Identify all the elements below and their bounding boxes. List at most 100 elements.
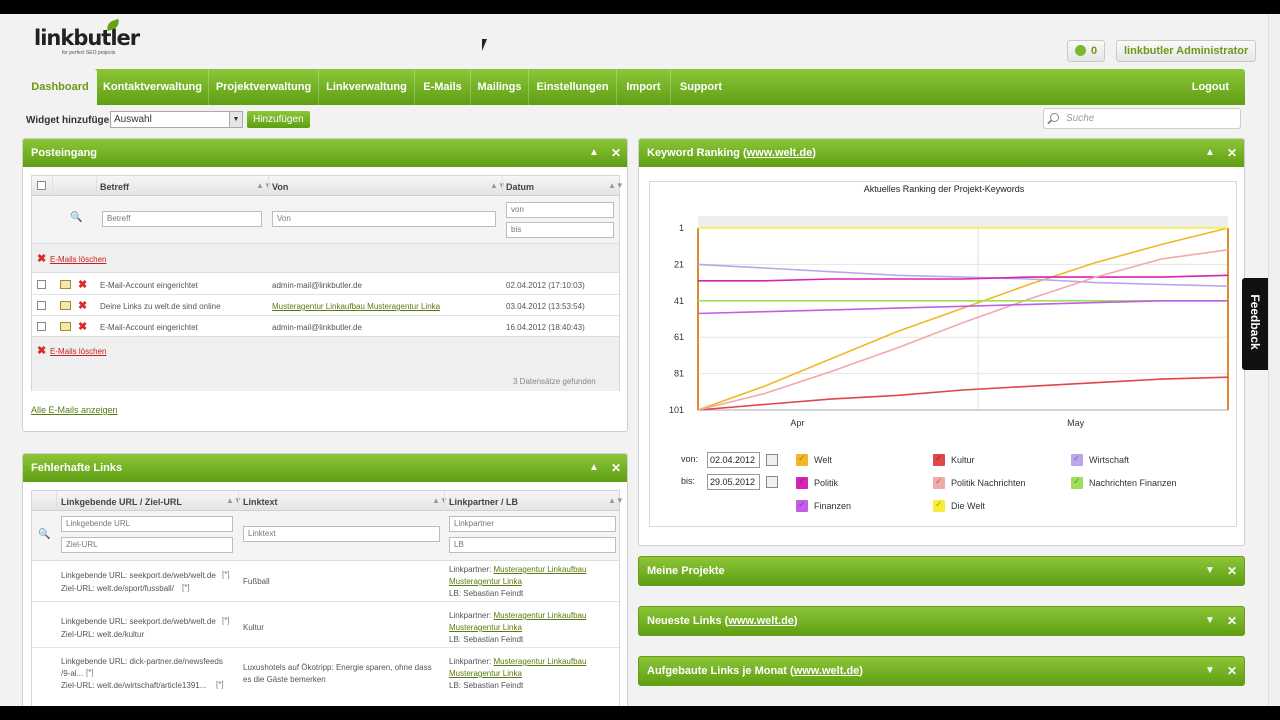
email-subject[interactable]: E-Mail-Account eingerichtet [100,281,198,290]
collapse-icon[interactable]: ▲ [1205,139,1215,167]
mail-icon[interactable] [60,280,71,289]
nav-dashboard[interactable]: Dashboard [23,69,97,105]
nav-linkverwaltung[interactable]: Linkverwaltung [319,69,415,105]
filter-ziel-input[interactable]: Ziel-URL [61,537,233,553]
nav-import[interactable]: Import [617,69,671,105]
expand-icon[interactable]: ▼ [1205,657,1215,685]
widget-select[interactable]: Auswahl ▼ [110,111,243,128]
nav-einstellungen[interactable]: Einstellungen [529,69,617,105]
close-icon[interactable]: ✕ [1227,657,1237,685]
nav-emails[interactable]: E-Mails [415,69,471,105]
external-link-icon[interactable]: [*] [182,583,190,592]
filter-betreff-input[interactable]: Betreff [102,211,262,227]
column-url[interactable]: Linkgebende URL / Ziel-URL [61,497,182,507]
collapse-icon[interactable]: ▲ [589,454,599,482]
filter-url-input[interactable]: Linkgebende URL [61,516,233,532]
partner-link[interactable]: Musteragentur Linkaufbau [493,565,586,574]
expand-icon[interactable]: ▼ [1205,607,1215,635]
sort-icon[interactable]: ▲▼ [490,181,506,190]
notifications-button[interactable]: 0 [1067,40,1106,62]
column-datum[interactable]: Datum [506,182,534,192]
my-projects-header[interactable]: Meine Projekte ▼ ✕ [639,557,1244,585]
filter-partner-input[interactable]: Linkpartner [449,516,616,532]
sort-icon[interactable]: ▲▼ [226,496,242,505]
column-betreff[interactable]: Betreff [100,182,129,192]
close-icon[interactable]: ✕ [1227,607,1237,635]
filter-von-input[interactable]: Von [272,211,496,227]
partner-link[interactable]: Musteragentur Linkaufbau [493,611,586,620]
legend-checkbox[interactable]: ✓ [1071,476,1083,489]
row-checkbox[interactable] [37,301,46,310]
delete-icon[interactable]: ✖ [78,280,87,291]
delete-emails-link-bottom[interactable]: E-Mails löschen [50,347,106,356]
filter-search-icon[interactable]: 🔍 [38,529,50,540]
newest-links-header[interactable]: Neueste Links (www.welt.de) ▼ ✕ [639,607,1244,635]
row-checkbox[interactable] [37,280,46,289]
partner-link[interactable]: Musteragentur Linka [449,577,522,586]
partner-link[interactable]: Musteragentur Linka [449,669,522,678]
partner-link[interactable]: Musteragentur Linka [449,623,522,632]
legend-checkbox[interactable]: ✓ [796,499,808,512]
search-input[interactable]: Suche [1043,108,1241,129]
linkbutler-logo[interactable]: linkbutler for perfect SEO projects [30,18,140,60]
newest-links-site-link[interactable]: www.welt.de [728,615,794,627]
filter-date-from-input[interactable]: von [506,202,614,218]
nav-projektverwaltung[interactable]: Projektverwaltung [209,69,319,105]
delete-icon[interactable]: ✖ [78,301,87,312]
external-link-icon[interactable]: [*] [86,668,94,677]
close-icon[interactable]: ✕ [611,454,621,482]
nav-kontaktverwaltung[interactable]: Kontaktverwaltung [97,69,209,105]
sort-icon[interactable]: ▲▼ [608,181,624,190]
collapse-icon[interactable]: ▲ [589,139,599,167]
legend-checkbox[interactable]: ✓ [933,476,945,489]
page-scrollbar[interactable] [1268,14,1280,706]
delete-icon[interactable]: ✖ [37,254,46,265]
select-all-checkbox[interactable] [37,181,46,190]
close-icon[interactable]: ✕ [1227,139,1237,167]
delete-icon[interactable]: ✖ [78,322,87,333]
keyword-ranking-site-link[interactable]: www.welt.de [747,147,813,159]
show-all-emails-link[interactable]: Alle E-Mails anzeigen [31,405,118,415]
calendar-icon[interactable] [766,454,778,466]
legend-checkbox[interactable]: ✓ [933,499,945,512]
feedback-tab[interactable]: Feedback [1242,278,1268,370]
external-link-icon[interactable]: [*] [216,680,224,689]
email-from-link[interactable]: Musteragentur Linkaufbau Musteragentur L… [272,302,440,311]
logout-link[interactable]: Logout [1192,69,1229,105]
filter-linktext-input[interactable]: Linktext [243,526,440,542]
partner-link[interactable]: Musteragentur Linkaufbau [493,657,586,666]
filter-lb-input[interactable]: LB [449,537,616,553]
delete-icon[interactable]: ✖ [37,346,46,357]
nav-support[interactable]: Support [671,69,731,105]
filter-date-to-input[interactable]: bis [506,222,614,238]
to-date-input[interactable]: 29.05.2012 [707,474,760,490]
external-link-icon[interactable]: [*] [222,570,230,579]
email-subject[interactable]: Deine Links zu welt.de sind online [100,302,221,311]
column-linktext[interactable]: Linktext [243,497,278,507]
row-checkbox[interactable] [37,322,46,331]
filter-search-icon[interactable]: 🔍 [70,212,82,223]
calendar-icon[interactable] [766,476,778,488]
close-icon[interactable]: ✕ [1227,557,1237,585]
monthly-links-header[interactable]: Aufgebaute Links je Monat (www.welt.de) … [639,657,1244,685]
legend-checkbox[interactable]: ✓ [1071,453,1083,466]
external-link-icon[interactable]: [*] [222,616,230,625]
add-widget-button[interactable]: Hinzufügen [247,111,310,128]
nav-mailings[interactable]: Mailings [471,69,529,105]
email-subject[interactable]: E-Mail-Account eingerichtet [100,323,198,332]
column-von[interactable]: Von [272,182,288,192]
user-menu-button[interactable]: linkbutler Administrator [1116,40,1257,62]
legend-checkbox[interactable]: ✓ [796,453,808,466]
column-linkpartner[interactable]: Linkpartner / LB [449,497,518,507]
from-date-input[interactable]: 02.04.2012 [707,452,760,468]
sort-icon[interactable]: ▲▼ [608,496,624,505]
close-icon[interactable]: ✕ [611,139,621,167]
mail-icon[interactable] [60,301,71,310]
sort-icon[interactable]: ▲▼ [256,181,272,190]
expand-icon[interactable]: ▼ [1205,557,1215,585]
legend-checkbox[interactable]: ✓ [933,453,945,466]
monthly-links-site-link[interactable]: www.welt.de [794,665,860,677]
delete-emails-link-top[interactable]: E-Mails löschen [50,255,106,264]
mail-icon[interactable] [60,322,71,331]
sort-icon[interactable]: ▲▼ [432,496,448,505]
